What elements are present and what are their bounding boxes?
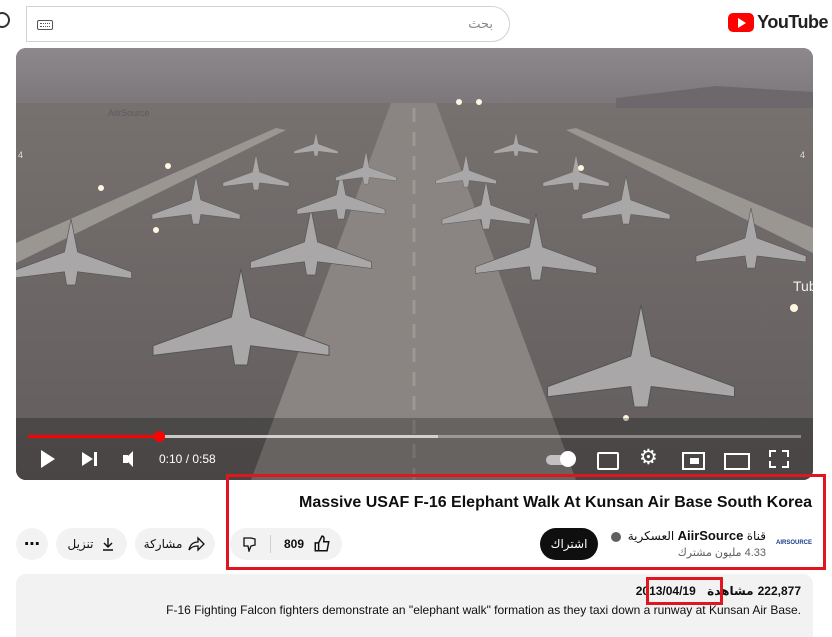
download-button[interactable]: تنزيل xyxy=(56,528,127,560)
download-label: تنزيل xyxy=(67,537,94,551)
subscriber-count: 4.33 مليون مشترك xyxy=(677,547,766,559)
svg-text:4: 4 xyxy=(800,150,805,160)
like-divider xyxy=(270,535,271,553)
settings-gear-icon[interactable] xyxy=(639,445,661,470)
youtube-wordmark: YouTube xyxy=(757,11,828,32)
time-display: 0:10 / 0:58 xyxy=(159,452,216,466)
more-actions-button[interactable]: ⋯ xyxy=(16,528,48,560)
channel-suffix: العسكرية xyxy=(627,529,675,543)
video-frame: AiirSource 4 4 Tube xyxy=(16,48,813,480)
theater-mode-icon[interactable] xyxy=(724,448,750,470)
description-text: F-16 Fighting Falcon fighters demonstrat… xyxy=(166,603,801,617)
play-icon[interactable] xyxy=(38,448,60,470)
highlight-date-box xyxy=(646,577,723,605)
progress-bar[interactable] xyxy=(28,431,801,442)
search-input[interactable]: بحث xyxy=(26,6,510,42)
svg-text:4: 4 xyxy=(18,150,23,160)
view-count: 222,877 xyxy=(757,584,801,598)
like-button[interactable] xyxy=(313,535,331,556)
download-icon xyxy=(102,538,113,551)
share-label: مشاركة xyxy=(143,537,183,551)
more-icon: ⋯ xyxy=(24,536,40,553)
thumbs-up-icon xyxy=(314,535,330,552)
like-count: 809 xyxy=(284,537,305,551)
channel-prefix: قناة xyxy=(746,529,766,543)
subscribe-button[interactable]: اشتراك xyxy=(540,528,598,560)
thumbs-down-icon xyxy=(243,537,256,554)
autoplay-toggle[interactable] xyxy=(546,448,576,470)
youtube-play-icon xyxy=(728,12,755,32)
dislike-button[interactable] xyxy=(242,536,258,555)
player-controls: 0:10 / 0:58 xyxy=(16,444,813,474)
next-icon[interactable] xyxy=(80,448,102,470)
verified-badge-icon xyxy=(611,531,622,542)
miniplayer-icon[interactable] xyxy=(681,448,705,470)
masthead: بحث YouTube xyxy=(0,0,832,46)
fullscreen-icon[interactable] xyxy=(768,448,790,470)
search-icon[interactable] xyxy=(0,12,10,28)
volume-icon[interactable] xyxy=(121,448,143,470)
video-player[interactable]: AiirSource 4 4 Tube 0:10 / 0:58 xyxy=(16,48,813,480)
share-button[interactable]: مشاركة xyxy=(135,528,215,560)
share-icon xyxy=(188,536,206,552)
channel-avatar[interactable]: AIRSOURCE xyxy=(776,528,812,558)
youtube-logo[interactable]: YouTube xyxy=(728,10,828,34)
youtube-watch-page: بحث YouTube AiirSource 4 4 Tub 0:10 / 0:… xyxy=(0,0,832,637)
subtitles-icon[interactable] xyxy=(596,448,619,470)
progress-played xyxy=(28,435,160,438)
svg-text:Tube: Tube xyxy=(793,278,813,294)
channel-name[interactable]: قناة AiirSource العسكرية xyxy=(608,528,766,543)
keyboard-icon[interactable] xyxy=(37,20,53,30)
channel-title: AiirSource xyxy=(677,528,744,543)
search-placeholder: بحث xyxy=(468,16,493,31)
watermark-text: AiirSource xyxy=(108,108,150,118)
like-dislike-group: 809 xyxy=(230,528,342,560)
